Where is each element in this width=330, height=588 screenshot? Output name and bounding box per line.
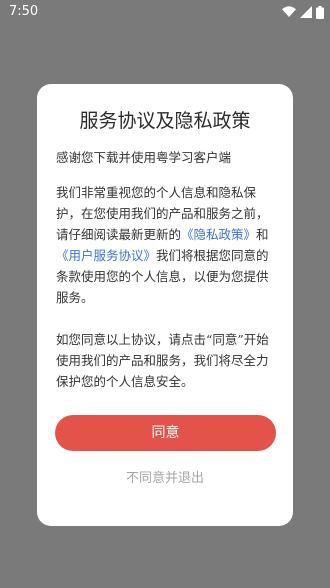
disagree-exit-button[interactable]: 不同意并退出 <box>37 467 293 486</box>
dialog-title: 服务协议及隐私政策 <box>79 110 251 132</box>
thanks-text: 感谢您下载并使用粤学习客户端 <box>56 150 232 165</box>
privacy-dialog: 服务协议及隐私政策 感谢您下载并使用粤学习客户端 我们非常重视您的个人信息和隐私… <box>37 84 293 526</box>
agree-button[interactable]: 同意 <box>55 415 276 451</box>
status-time: 7:50 <box>9 4 39 19</box>
wifi-icon <box>282 6 296 18</box>
status-icons <box>282 4 324 20</box>
dialog-content: 感谢您下载并使用粤学习客户端 我们非常重视您的个人信息和隐私保护，在您使用我们的… <box>56 147 274 392</box>
battery-icon <box>316 5 324 19</box>
cellular-signal-icon <box>300 6 312 18</box>
status-bar: 7:50 <box>0 0 330 24</box>
privacy-notice-paragraph: 我们非常重视您的个人信息和隐私保护，在您使用我们的产品和服务之前，请仔细阅读最新… <box>56 182 274 308</box>
privacy-policy-link[interactable]: 《隐私政策》 <box>181 227 256 242</box>
user-service-agreement-link[interactable]: 《用户服务协议》 <box>56 248 156 263</box>
and-text: 和 <box>256 227 269 242</box>
consent-paragraph: 如您同意以上协议，请点击“同意”开始使用我们的产品和服务，我们将尽全力保护您的个… <box>56 332 269 389</box>
